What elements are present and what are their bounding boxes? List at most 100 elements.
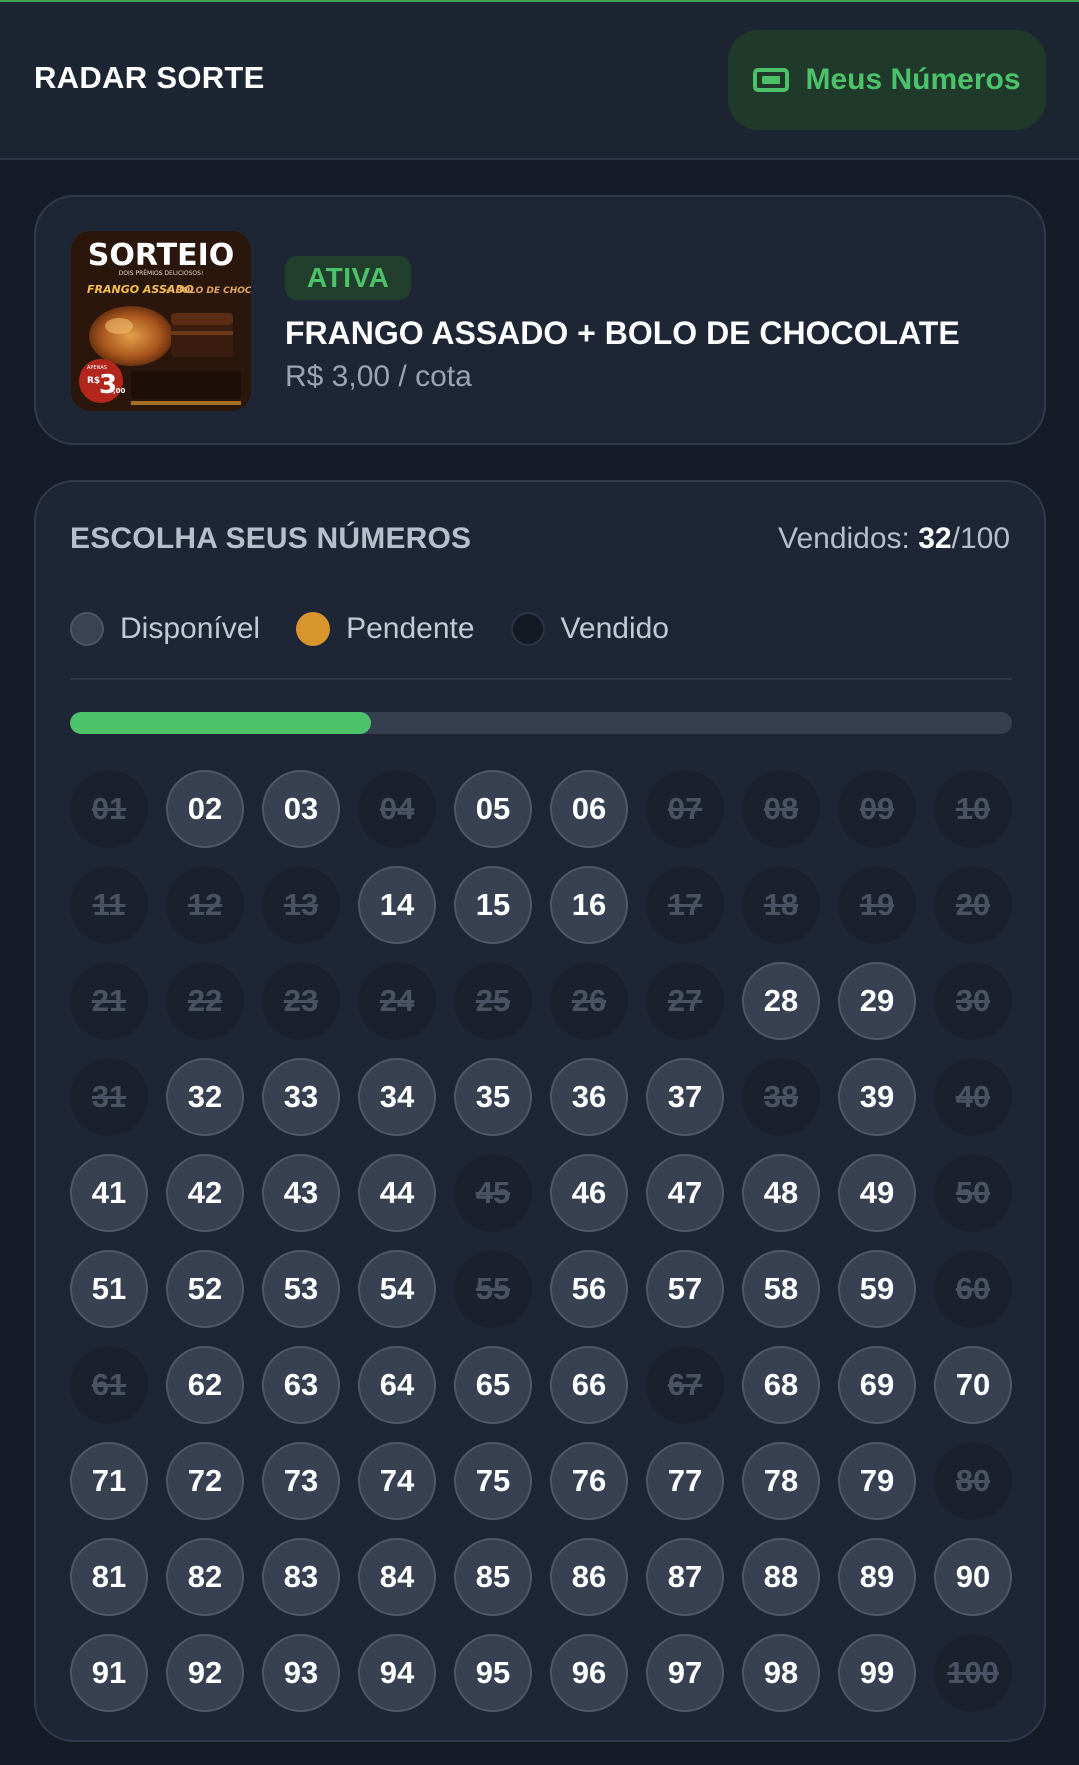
number-ball-available[interactable]: 62: [166, 1346, 244, 1424]
number-ball-available[interactable]: 29: [838, 962, 916, 1040]
number-ball-sold: 26: [550, 962, 628, 1040]
number-ball-available[interactable]: 33: [262, 1058, 340, 1136]
number-ball-available[interactable]: 15: [454, 866, 532, 944]
number-ball-sold: 60: [934, 1250, 1012, 1328]
number-ball-available[interactable]: 84: [358, 1538, 436, 1616]
brand-title: RADAR SORTE: [34, 60, 265, 95]
number-ball-available[interactable]: 81: [70, 1538, 148, 1616]
legend-pending-label: Pendente: [346, 612, 475, 645]
number-ball-available[interactable]: 68: [742, 1346, 820, 1424]
number-ball-available[interactable]: 34: [358, 1058, 436, 1136]
number-ball-sold: 50: [934, 1154, 1012, 1232]
number-ball-available[interactable]: 59: [838, 1250, 916, 1328]
number-ball-available[interactable]: 14: [358, 866, 436, 944]
number-ball-available[interactable]: 37: [646, 1058, 724, 1136]
number-ball-sold: 09: [838, 770, 916, 848]
number-ball-available[interactable]: 87: [646, 1538, 724, 1616]
raffle-price: R$ 3,00 / cota: [285, 360, 472, 393]
number-ball-available[interactable]: 35: [454, 1058, 532, 1136]
sales-progress-fill: [70, 712, 372, 734]
number-ball-sold: 19: [838, 866, 916, 944]
number-ball-available[interactable]: 77: [646, 1442, 724, 1520]
number-ball-available[interactable]: 71: [70, 1442, 148, 1520]
number-ball-sold: 45: [454, 1154, 532, 1232]
number-ball-available[interactable]: 56: [550, 1250, 628, 1328]
number-ball-available[interactable]: 76: [550, 1442, 628, 1520]
number-grid: 01 02 03 04 05 06 07 08 09 10 11 12 13 14 15 16 17 18 19 20…: [70, 770, 1012, 1712]
number-ball-available[interactable]: 69: [838, 1346, 916, 1424]
number-ball-available[interactable]: 36: [550, 1058, 628, 1136]
number-ball-available[interactable]: 99: [838, 1634, 916, 1712]
number-ball-available[interactable]: 89: [838, 1538, 916, 1616]
number-ball-available[interactable]: 02: [166, 770, 244, 848]
number-ball-available[interactable]: 52: [166, 1250, 244, 1328]
legend-available-label: Disponível: [120, 612, 261, 645]
my-numbers-label: Meus Números: [805, 63, 1021, 96]
legend: Disponível Pendente Vendido: [70, 612, 705, 646]
number-ball-available[interactable]: 86: [550, 1538, 628, 1616]
number-ball-available[interactable]: 06: [550, 770, 628, 848]
number-ball-available[interactable]: 41: [70, 1154, 148, 1232]
number-ball-available[interactable]: 32: [166, 1058, 244, 1136]
number-ball-sold: 18: [742, 866, 820, 944]
number-ball-available[interactable]: 28: [742, 962, 820, 1040]
svg-text:+ BOLO DE CHOCOLATE: + BOLO DE CHOCOLATE: [165, 286, 251, 296]
number-ball-available[interactable]: 75: [454, 1442, 532, 1520]
number-ball-sold: 08: [742, 770, 820, 848]
number-ball-available[interactable]: 90: [934, 1538, 1012, 1616]
number-ball-available[interactable]: 58: [742, 1250, 820, 1328]
number-ball-available[interactable]: 74: [358, 1442, 436, 1520]
number-ball-available[interactable]: 47: [646, 1154, 724, 1232]
number-ball-available[interactable]: 43: [262, 1154, 340, 1232]
number-ball-available[interactable]: 92: [166, 1634, 244, 1712]
number-ball-sold: 20: [934, 866, 1012, 944]
number-ball-sold: 31: [70, 1058, 148, 1136]
number-ball-available[interactable]: 48: [742, 1154, 820, 1232]
number-ball-sold: 25: [454, 962, 532, 1040]
number-ball-available[interactable]: 64: [358, 1346, 436, 1424]
number-ball-available[interactable]: 54: [358, 1250, 436, 1328]
number-ball-available[interactable]: 72: [166, 1442, 244, 1520]
number-ball-available[interactable]: 91: [70, 1634, 148, 1712]
divider: [70, 678, 1012, 680]
number-ball-available[interactable]: 46: [550, 1154, 628, 1232]
number-ball-available[interactable]: 66: [550, 1346, 628, 1424]
number-ball-sold: 13: [262, 866, 340, 944]
ticket-icon: [753, 68, 790, 92]
number-ball-available[interactable]: 97: [646, 1634, 724, 1712]
number-ball-available[interactable]: 05: [454, 770, 532, 848]
number-ball-available[interactable]: 70: [934, 1346, 1012, 1424]
number-ball-available[interactable]: 63: [262, 1346, 340, 1424]
my-numbers-button[interactable]: Meus Números: [728, 30, 1046, 130]
number-picker-card: ESCOLHA SEUS NÚMEROS Vendidos: 32/100 Di…: [34, 480, 1046, 1742]
number-ball-available[interactable]: 65: [454, 1346, 532, 1424]
number-ball-available[interactable]: 39: [838, 1058, 916, 1136]
number-ball-available[interactable]: 03: [262, 770, 340, 848]
number-ball-available[interactable]: 79: [838, 1442, 916, 1520]
number-ball-available[interactable]: 95: [454, 1634, 532, 1712]
number-ball-available[interactable]: 49: [838, 1154, 916, 1232]
number-ball-available[interactable]: 93: [262, 1634, 340, 1712]
number-ball-available[interactable]: 16: [550, 866, 628, 944]
raffle-card: SORTEIO DOIS PRÊMIOS DELICIOSOS! FRANGO …: [34, 195, 1046, 445]
pending-dot-icon: [296, 612, 331, 646]
status-badge: ATIVA: [285, 256, 412, 300]
number-ball-available[interactable]: 44: [358, 1154, 436, 1232]
number-ball-available[interactable]: 88: [742, 1538, 820, 1616]
number-ball-available[interactable]: 78: [742, 1442, 820, 1520]
svg-text:,00: ,00: [113, 387, 126, 395]
app-header: RADAR SORTE Meus Números: [0, 2, 1079, 160]
sold-label: Vendidos:: [778, 522, 919, 555]
number-ball-available[interactable]: 73: [262, 1442, 340, 1520]
number-ball-available[interactable]: 83: [262, 1538, 340, 1616]
number-ball-available[interactable]: 57: [646, 1250, 724, 1328]
number-ball-available[interactable]: 82: [166, 1538, 244, 1616]
number-ball-sold: 21: [70, 962, 148, 1040]
number-ball-available[interactable]: 42: [166, 1154, 244, 1232]
number-ball-available[interactable]: 98: [742, 1634, 820, 1712]
number-ball-available[interactable]: 96: [550, 1634, 628, 1712]
number-ball-available[interactable]: 85: [454, 1538, 532, 1616]
number-ball-available[interactable]: 53: [262, 1250, 340, 1328]
number-ball-available[interactable]: 51: [70, 1250, 148, 1328]
number-ball-available[interactable]: 94: [358, 1634, 436, 1712]
